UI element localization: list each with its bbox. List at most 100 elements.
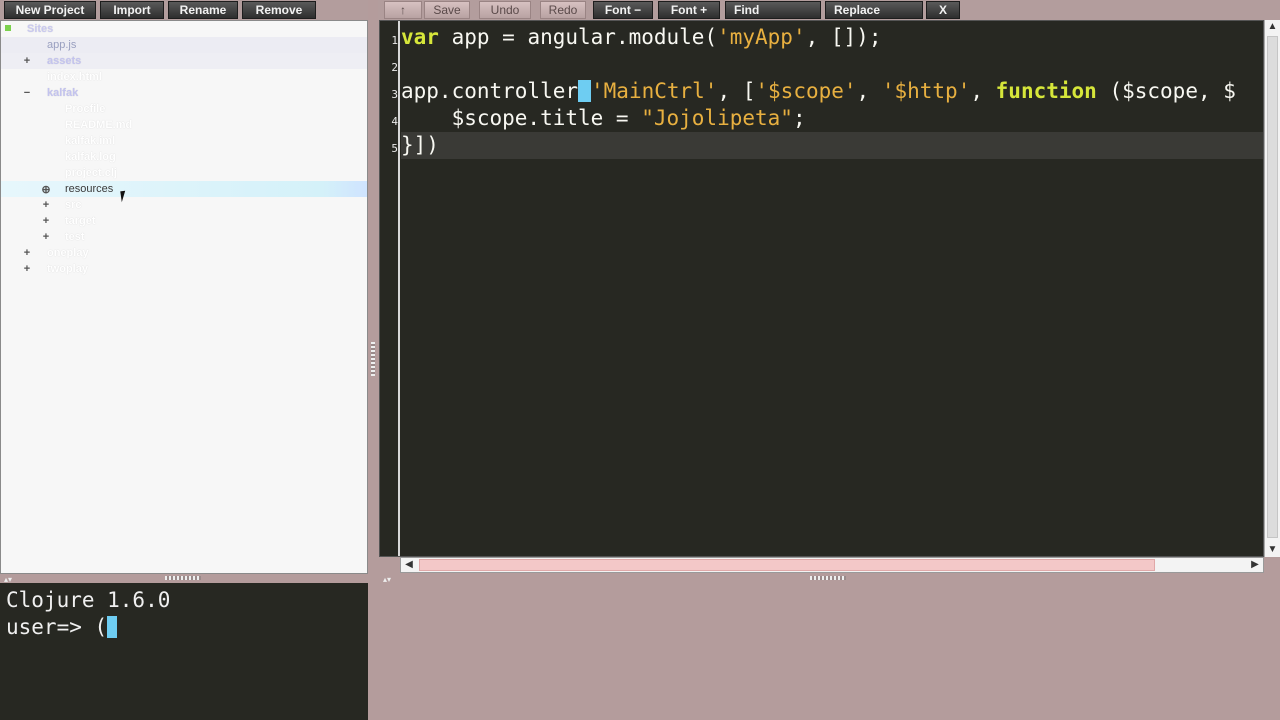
string-token: '$http' (881, 79, 971, 103)
code-token: , (970, 79, 996, 103)
find-field[interactable]: Find (725, 1, 821, 19)
import-button[interactable]: Import (100, 1, 164, 19)
code-token: $scope.title = (401, 106, 642, 130)
tree-item-label: Procfile (65, 103, 106, 115)
project-toolbar: New Project Import Rename Remove (0, 0, 368, 20)
tree-item-target[interactable]: + target (1, 213, 367, 229)
tree-item-label: target (65, 215, 96, 227)
tree-item-resources[interactable]: ⊕ resources (1, 181, 367, 197)
line-number: 1 (391, 34, 398, 47)
scroll-down-icon[interactable]: ▼ (1265, 543, 1280, 557)
code-token: ($scope, $ (1096, 79, 1236, 103)
code-token: }]) (401, 133, 439, 157)
code-token: , (856, 79, 882, 103)
scroll-right-icon[interactable]: ▶ (1247, 558, 1263, 572)
tree-item-label: kalfak (47, 87, 79, 99)
splitter-grip-icon[interactable] (371, 342, 375, 376)
vertical-splitter[interactable] (368, 0, 378, 720)
expand-icon[interactable]: + (22, 55, 32, 67)
tree-item-test[interactable]: + test (1, 229, 367, 245)
tree-root-marker-icon (5, 25, 11, 31)
tree-item-label: app.js (47, 39, 77, 51)
tree-item-app-js[interactable]: app.js (1, 37, 367, 53)
tree-item-kalfak[interactable]: − kalfak (1, 85, 367, 101)
line-number: 5 (391, 142, 398, 155)
tree-item-kalfak-log[interactable]: kalfak.log (1, 149, 367, 165)
redo-button[interactable]: Redo (540, 1, 586, 19)
tree-item-label: oneplay (47, 247, 89, 259)
scroll-up-icon[interactable]: ▲ (1265, 20, 1280, 34)
repl-prompt: user=> ( (6, 615, 108, 639)
font-decrease-button[interactable]: Font − (593, 1, 653, 19)
close-find-button[interactable]: X (926, 1, 960, 19)
tree-item-index-html[interactable]: index.html (1, 69, 367, 85)
tree-item-label: test (65, 231, 85, 243)
tree-item-twoplay[interactable]: + twoplay (1, 261, 367, 277)
new-project-button[interactable]: New Project (4, 1, 96, 19)
replace-field[interactable]: Replace (825, 1, 923, 19)
expand-icon[interactable]: + (41, 231, 51, 243)
string-token: 'myApp' (717, 25, 806, 49)
collapse-icon[interactable]: − (22, 87, 32, 99)
line-number-gutter: 1 2 3 4 5 (380, 21, 400, 556)
collapse-arrows-icon[interactable]: ▴▾ (383, 575, 391, 584)
code-token: , [ (717, 79, 756, 103)
tree-root-sites[interactable]: Sites (1, 21, 367, 37)
scroll-left-icon[interactable]: ◀ (401, 558, 417, 572)
vertical-scroll-thumb[interactable] (1267, 36, 1278, 538)
tree-item-label: index.html (47, 71, 103, 83)
keyword-token: function (995, 79, 1097, 103)
editor-vertical-scrollbar[interactable]: ▲ ▼ (1264, 20, 1280, 557)
editor-horizontal-scrollbar[interactable]: ◀ ▶ (400, 557, 1264, 573)
tree-item-assets[interactable]: + assets (1, 53, 367, 69)
tree-item-readme[interactable]: README.md (1, 117, 367, 133)
up-arrow-button[interactable]: ↑ (384, 1, 422, 19)
editor-toolbar: ↑ Save Undo Redo Font − Font + Find Repl… (378, 0, 1280, 20)
repl-version-line: Clojure 1.6.0 (6, 588, 171, 612)
font-increase-button[interactable]: Font + (658, 1, 720, 19)
right-horizontal-splitter-grip[interactable] (810, 576, 846, 580)
undo-button[interactable]: Undo (479, 1, 531, 19)
line-number: 4 (391, 115, 398, 128)
tree-item-label: project.clj (65, 167, 117, 179)
line-number: 3 (391, 88, 398, 101)
tree-item-label: kalfak.iml (65, 135, 116, 147)
tree-item-oneplay[interactable]: + oneplay (1, 245, 367, 261)
file-tree-panel: Sites app.js + assets index.html − kalfa… (0, 20, 368, 574)
code-line-3[interactable]: app.controller 'MainCtrl', ['$scope', '$h… (401, 78, 1236, 105)
expand-icon[interactable]: + (41, 215, 51, 227)
save-button[interactable]: Save (424, 1, 470, 19)
expand-icon[interactable]: + (22, 263, 32, 275)
left-horizontal-splitter-grip[interactable] (165, 576, 201, 580)
expand-icon[interactable]: ⊕ (41, 183, 51, 196)
line-number: 2 (391, 61, 398, 74)
rename-button[interactable]: Rename (168, 1, 238, 19)
tree-item-project-clj[interactable]: project.clj (1, 165, 367, 181)
horizontal-scroll-thumb[interactable] (419, 559, 1155, 571)
code-editor[interactable]: 1 2 3 4 5 var app = angular.module('myAp… (379, 20, 1264, 557)
tree-item-label: twoplay (47, 263, 88, 275)
code-token: ; (792, 106, 806, 130)
tree-item-src[interactable]: + src (1, 197, 367, 213)
code-token: app = angular.module( (438, 25, 718, 49)
code-token: , []); (805, 25, 882, 49)
code-token: app.controller (401, 79, 579, 103)
keyword-token: var (401, 25, 439, 49)
code-line-1[interactable]: var app = angular.module('myApp', []); (401, 24, 881, 51)
tree-item-label: README.md (65, 119, 133, 131)
tree-item-procfile[interactable]: Procfile (1, 101, 367, 117)
code-line-5[interactable]: }]) (401, 132, 1263, 159)
tree-item-kalfak-iml[interactable]: kalfak.iml (1, 133, 367, 149)
repl-console[interactable]: Clojure 1.6.0 user=> ( (0, 583, 368, 720)
tree-item-label: src (65, 199, 82, 211)
repl-input-line[interactable]: user=> ( (6, 614, 362, 641)
string-token: '$scope' (755, 79, 857, 103)
tree-item-label: assets (47, 55, 82, 67)
code-line-4[interactable]: $scope.title = "Jojolipeta"; (401, 105, 806, 132)
tree-root-label: Sites (27, 23, 54, 35)
repl-cursor (107, 616, 118, 638)
expand-icon[interactable]: + (41, 199, 51, 211)
expand-icon[interactable]: + (22, 247, 32, 259)
string-token: 'MainCtrl' (591, 79, 718, 103)
remove-button[interactable]: Remove (242, 1, 316, 19)
